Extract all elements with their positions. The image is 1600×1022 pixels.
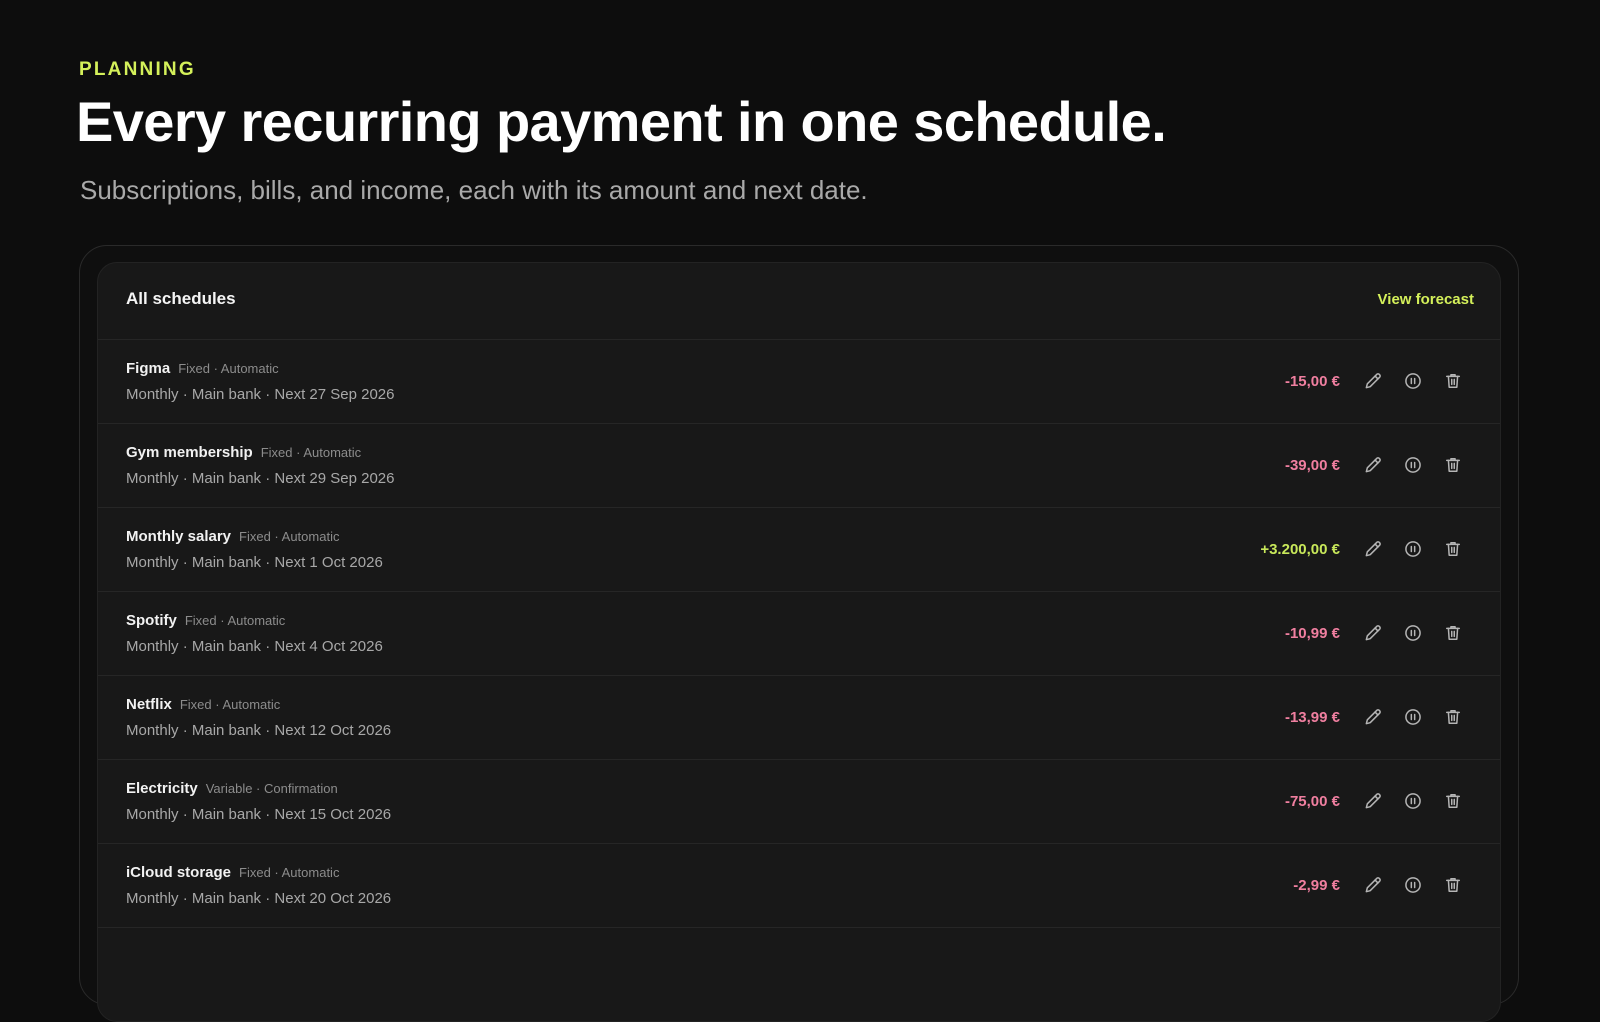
pause-icon (1403, 875, 1423, 895)
edit-button[interactable] (1362, 370, 1384, 392)
schedule-row-heading: Monthly salary Fixed · Automatic (126, 528, 339, 546)
schedule-row[interactable]: Electricity Variable · Confirmation Month… (98, 760, 1500, 844)
schedule-meta: Monthly · Main bank · Next 4 Oct 2026 (126, 638, 383, 655)
schedule-row-heading: Gym membership Fixed · Automatic (126, 444, 361, 462)
pencil-icon (1363, 707, 1383, 727)
view-forecast-link[interactable]: View forecast (1378, 291, 1474, 308)
schedule-amount: -75,00 € (1284, 793, 1340, 810)
schedule-tags: Fixed · Automatic (260, 445, 362, 460)
schedule-amount: +3.200,00 € (1260, 541, 1340, 558)
row-actions (1362, 622, 1464, 644)
schedule-meta: Monthly · Main bank · Next 29 Sep 2026 (126, 470, 395, 487)
schedule-name: iCloud storage (126, 864, 232, 881)
schedule-row[interactable]: Monthly salary Fixed · Automatic Monthly … (98, 508, 1500, 592)
schedule-list: Figma Fixed · Automatic Monthly · Main ba… (98, 340, 1500, 928)
delete-button[interactable] (1442, 790, 1464, 812)
delete-button[interactable] (1442, 622, 1464, 644)
section-eyebrow: PLANNING (79, 59, 196, 80)
schedule-name: Electricity (126, 780, 198, 797)
schedule-amount: -13,99 € (1284, 709, 1340, 726)
pause-button[interactable] (1402, 874, 1424, 896)
schedule-tags: Fixed · Automatic (184, 613, 286, 628)
schedule-amount: -10,99 € (1284, 625, 1340, 642)
schedule-tags: Variable · Confirmation (205, 781, 338, 796)
schedule-name: Monthly salary (126, 528, 232, 545)
schedule-amount: -2,99 € (1293, 877, 1340, 894)
delete-button[interactable] (1442, 454, 1464, 476)
edit-button[interactable] (1362, 538, 1384, 560)
row-actions (1362, 454, 1464, 476)
delete-button[interactable] (1442, 538, 1464, 560)
row-actions (1362, 370, 1464, 392)
pencil-icon (1363, 539, 1383, 559)
pause-button[interactable] (1402, 454, 1424, 476)
schedule-row-heading: iCloud storage Fixed · Automatic (126, 864, 339, 882)
schedule-row[interactable]: iCloud storage Fixed · Automatic Monthly … (98, 844, 1500, 928)
row-actions (1362, 538, 1464, 560)
pause-icon (1403, 707, 1423, 727)
trash-icon (1443, 455, 1463, 475)
schedule-meta: Monthly · Main bank · Next 27 Sep 2026 (126, 386, 395, 403)
schedule-meta: Monthly · Main bank · Next 20 Oct 2026 (126, 890, 392, 907)
pause-button[interactable] (1402, 790, 1424, 812)
edit-button[interactable] (1362, 622, 1384, 644)
schedule-name: Netflix (126, 696, 172, 713)
row-actions (1362, 706, 1464, 728)
schedule-meta: Monthly · Main bank · Next 1 Oct 2026 (126, 554, 383, 571)
schedule-tags: Fixed · Automatic (239, 865, 340, 880)
delete-button[interactable] (1442, 706, 1464, 728)
schedule-row[interactable]: Figma Fixed · Automatic Monthly · Main ba… (98, 340, 1500, 424)
delete-button[interactable] (1442, 370, 1464, 392)
page-subtitle: Subscriptions, bills, and income, each w… (80, 175, 868, 205)
schedule-row-heading: Figma Fixed · Automatic (126, 360, 279, 378)
schedule-tags: Fixed · Automatic (178, 361, 279, 376)
edit-button[interactable] (1362, 706, 1384, 728)
pause-icon (1403, 455, 1423, 475)
panel-title: All schedules (126, 289, 236, 308)
pencil-icon (1363, 455, 1383, 475)
schedule-name: Gym membership (126, 444, 253, 461)
schedule-row[interactable]: Netflix Fixed · Automatic Monthly · Main … (98, 676, 1500, 760)
pencil-icon (1363, 791, 1383, 811)
edit-button[interactable] (1362, 790, 1384, 812)
page-title: Every recurring payment in one schedule. (76, 90, 1167, 153)
schedule-row-heading: Netflix Fixed · Automatic (126, 696, 280, 714)
schedule-tags: Fixed · Automatic (239, 529, 340, 544)
delete-button[interactable] (1442, 874, 1464, 896)
trash-icon (1443, 371, 1463, 391)
schedule-meta: Monthly · Main bank · Next 15 Oct 2026 (126, 806, 392, 823)
row-actions (1362, 874, 1464, 896)
schedules-panel: All schedules View forecast Figma Fixed ·… (97, 262, 1501, 1022)
pause-button[interactable] (1402, 538, 1424, 560)
schedule-tags: Fixed · Automatic (179, 697, 281, 712)
trash-icon (1443, 623, 1463, 643)
pause-button[interactable] (1402, 706, 1424, 728)
panel-header: All schedules View forecast (98, 263, 1500, 340)
row-actions (1362, 790, 1464, 812)
pause-icon (1403, 539, 1423, 559)
pause-button[interactable] (1402, 622, 1424, 644)
schedule-row[interactable]: Gym membership Fixed · Automatic Monthly … (98, 424, 1500, 508)
edit-button[interactable] (1362, 454, 1384, 476)
edit-button[interactable] (1362, 874, 1384, 896)
schedule-amount: -39,00 € (1284, 457, 1340, 474)
trash-icon (1443, 875, 1463, 895)
schedule-row[interactable]: Spotify Fixed · Automatic Monthly · Main … (98, 592, 1500, 676)
trash-icon (1443, 707, 1463, 727)
pause-icon (1403, 623, 1423, 643)
schedule-name: Spotify (126, 612, 177, 629)
schedule-meta: Monthly · Main bank · Next 12 Oct 2026 (126, 722, 392, 739)
schedule-amount: -15,00 € (1284, 373, 1340, 390)
schedule-name: Figma (126, 360, 171, 377)
schedule-row-heading: Electricity Variable · Confirmation (126, 780, 338, 798)
schedule-row-heading: Spotify Fixed · Automatic (126, 612, 285, 630)
pause-icon (1403, 371, 1423, 391)
pause-button[interactable] (1402, 370, 1424, 392)
trash-icon (1443, 539, 1463, 559)
trash-icon (1443, 791, 1463, 811)
pencil-icon (1363, 875, 1383, 895)
pencil-icon (1363, 371, 1383, 391)
pause-icon (1403, 791, 1423, 811)
pencil-icon (1363, 623, 1383, 643)
